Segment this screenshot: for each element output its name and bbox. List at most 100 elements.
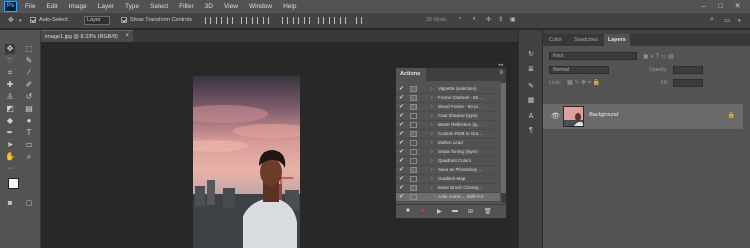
3d-pan-icon[interactable]: ✣ (486, 16, 491, 23)
dialog-toggle-icon[interactable] (410, 185, 417, 191)
dialog-toggle-icon[interactable] (410, 140, 417, 146)
visibility-eye-icon[interactable]: 👁 (551, 112, 560, 120)
align-vcenter-icon[interactable] (216, 17, 222, 24)
tab-color[interactable]: Color (545, 34, 566, 46)
action-row[interactable]: ✔ › Save as Photoshop ... (396, 166, 500, 175)
history-icon[interactable]: ↻ (526, 50, 536, 60)
align-left-icon[interactable] (241, 17, 247, 24)
scrollbar-thumb[interactable] (501, 83, 506, 193)
expand-arrow-icon[interactable]: › (431, 121, 433, 129)
distribute-right-icon[interactable] (340, 17, 346, 24)
marquee-tool-icon[interactable]: ⬚ (24, 44, 34, 54)
shape-tool-icon[interactable]: ▭ (24, 140, 34, 150)
tab-swatches[interactable]: Swatches (570, 34, 602, 46)
move-tool-icon[interactable]: ✥ (5, 44, 15, 54)
align-right-icon[interactable] (263, 17, 269, 24)
expand-arrow-icon[interactable]: › (431, 94, 433, 102)
opacity-field[interactable] (673, 66, 703, 74)
distribute-left-icon[interactable] (318, 17, 324, 24)
action-row-selected[interactable]: ✔ › color correc... Shift+F2 (396, 193, 500, 202)
history-brush-icon[interactable]: ↺ (24, 92, 34, 102)
move-tool-icon[interactable]: ✥ (8, 16, 14, 24)
blend-mode-dropdown[interactable]: Normal (549, 66, 609, 74)
distribute-hcenter-icon[interactable] (329, 17, 335, 24)
brush-tool-icon[interactable]: ✐ (24, 80, 34, 90)
action-check-icon[interactable]: ✔ (399, 103, 404, 111)
gradient-tool-icon[interactable]: ▤ (24, 104, 34, 114)
tab-layers[interactable]: Layers (604, 34, 630, 46)
action-row[interactable]: ✔ › Gradient Map (396, 175, 500, 184)
expand-arrow-icon[interactable]: › (431, 184, 433, 192)
expand-arrow-icon[interactable]: › (431, 130, 433, 138)
quick-mask-icon[interactable]: ◙ (5, 199, 15, 209)
menu-window[interactable]: Window (249, 0, 272, 13)
close-button[interactable]: ✕ (729, 0, 746, 13)
lock-options-icon[interactable]: ▦ ✎ ✥ ⌗ 🔒 (567, 79, 600, 87)
paragraph-icon[interactable]: ¶ (526, 126, 536, 136)
close-tab-icon[interactable]: × (125, 33, 129, 39)
expand-arrow-icon[interactable]: › (431, 148, 433, 156)
distribute-bottom-icon[interactable] (304, 17, 310, 24)
screen-mode-icon[interactable]: ▢ (24, 199, 34, 209)
3d-scale-icon[interactable]: ▣ (510, 16, 516, 23)
dialog-toggle-icon[interactable] (410, 194, 417, 200)
dialog-toggle-icon[interactable] (410, 113, 417, 119)
canvas-image[interactable] (193, 76, 300, 248)
lasso-tool-icon[interactable]: ➰ (5, 56, 15, 66)
dodge-tool-icon[interactable]: ● (24, 116, 34, 126)
record-icon[interactable]: ● (421, 208, 425, 214)
delete-icon[interactable]: 🗑 (484, 208, 492, 215)
dialog-toggle-icon[interactable] (410, 131, 417, 137)
crop-tool-icon[interactable]: ⌗ (5, 68, 15, 78)
action-row[interactable]: ✔ › Sepia Toning (layer) (396, 148, 500, 157)
action-check-icon[interactable]: ✔ (399, 94, 404, 102)
brush-settings-icon[interactable]: ✎ (526, 82, 536, 92)
action-check-icon[interactable]: ✔ (399, 130, 404, 138)
expand-arrow-icon[interactable]: › (431, 103, 433, 111)
search-icon[interactable]: ⌕ (710, 16, 714, 24)
foreground-color-swatch[interactable] (8, 178, 19, 189)
expand-arrow-icon[interactable]: › (431, 157, 433, 165)
action-row[interactable]: ✔ › Quadrant Colors (396, 157, 500, 166)
menu-edit[interactable]: Edit (46, 0, 57, 13)
filter-pixel-icon[interactable]: ▣ ◐ T ▭ ▤ (643, 53, 674, 60)
filter-kind-dropdown[interactable]: Kind (549, 52, 637, 60)
dialog-toggle-icon[interactable] (410, 122, 417, 128)
healing-brush-icon[interactable]: ✚ (5, 80, 15, 90)
action-row[interactable]: ✔ › Water Reflection (ty... (396, 121, 500, 130)
dialog-toggle-icon[interactable] (410, 95, 417, 101)
quick-select-icon[interactable]: ✎ (24, 56, 34, 66)
align-hcenter-icon[interactable] (252, 17, 258, 24)
character-icon[interactable]: A (526, 112, 536, 122)
expand-arrow-icon[interactable]: › (431, 166, 433, 174)
distribute-vcenter-icon[interactable] (293, 17, 299, 24)
dialog-toggle-icon[interactable] (410, 176, 417, 182)
document-tab[interactable]: image1.jpg @ 8.33% (RGB/8) × (41, 30, 133, 42)
3d-roll-icon[interactable]: ◑ (472, 16, 476, 22)
expand-arrow-icon[interactable]: › (434, 193, 436, 201)
action-row[interactable]: ✔ › Frame Channel - 50 ... (396, 94, 500, 103)
dialog-toggle-icon[interactable] (410, 149, 417, 155)
properties-icon[interactable]: ≣ (526, 65, 536, 75)
type-tool-icon[interactable]: T (24, 128, 34, 138)
clone-stamp-icon[interactable]: ♙ (5, 92, 15, 102)
action-check-icon[interactable]: ✔ (399, 139, 404, 147)
dialog-toggle-icon[interactable] (410, 167, 417, 173)
expand-arrow-icon[interactable]: › (431, 85, 433, 93)
play-icon[interactable]: ▶ (437, 208, 442, 215)
action-row[interactable]: ✔ › Vignette (selection) (396, 85, 500, 94)
menu-file[interactable]: File (25, 0, 35, 13)
actions-tab[interactable]: Actions (396, 68, 426, 81)
menu-3d[interactable]: 3D (205, 0, 213, 13)
pen-tool-icon[interactable]: ✒ (5, 128, 15, 138)
action-check-icon[interactable]: ✔ (399, 175, 404, 183)
dialog-toggle-icon[interactable] (410, 158, 417, 164)
menu-filter[interactable]: Filter (179, 0, 193, 13)
dialog-toggle-icon[interactable] (410, 104, 417, 110)
menu-image[interactable]: Image (69, 0, 87, 13)
action-row[interactable]: ✔ › Molten Lead (396, 139, 500, 148)
distribute-top-icon[interactable] (282, 17, 288, 24)
hand-tool-icon[interactable]: ✋ (5, 152, 15, 162)
zoom-tool-icon[interactable]: ⌕ (24, 152, 34, 162)
action-row[interactable]: ✔ › Mixer Brush Cloning... (396, 184, 500, 193)
